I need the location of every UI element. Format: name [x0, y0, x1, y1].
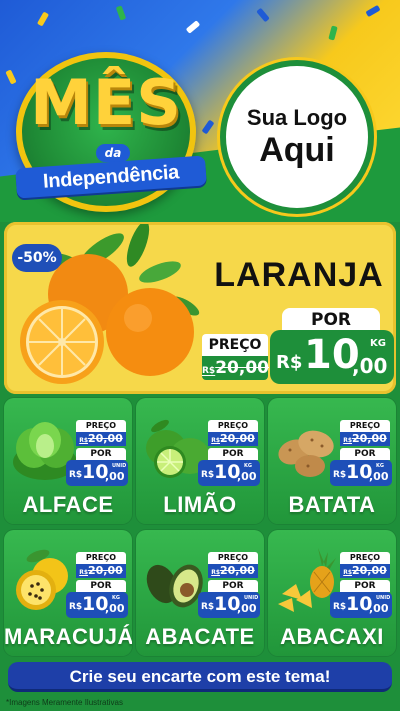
product-name: LARANJA — [214, 256, 384, 294]
new-price-label: POR — [340, 448, 390, 460]
price-currency: R$ — [333, 602, 347, 612]
old-price-currency: R$ — [343, 569, 352, 576]
new-price: R$ 10 ,00 KG — [198, 460, 260, 486]
price-currency: R$ — [201, 470, 215, 480]
price-currency: R$ — [69, 470, 83, 480]
product-name: ALFACE — [22, 492, 114, 517]
price-decimal: ,00 — [352, 354, 388, 378]
product-name: LIMÃO — [163, 492, 237, 517]
new-price-label: POR — [76, 448, 126, 460]
product-name: ABACAXI — [280, 624, 384, 649]
price-unit: KG — [376, 463, 384, 469]
old-price-value: 20,00 — [88, 564, 123, 577]
old-price-label: PREÇO — [340, 552, 390, 564]
new-price: R$ 10 ,00 UNID — [198, 592, 260, 618]
new-price: R$ 10 ,00 KG — [66, 592, 128, 618]
old-price-label: PREÇO — [208, 420, 258, 432]
header-banner: MÊS da Independência Sua Logo Aqui — [0, 0, 400, 222]
new-price: R$ 10 ,00 UNID — [330, 592, 392, 618]
badge-da: da — [96, 144, 130, 162]
old-price-currency: R$ — [202, 366, 216, 376]
featured-product-card[interactable]: -50% LARANJA PREÇO R$20,00 POR R$ 10 ,00… — [4, 222, 396, 394]
old-price: R$20,00 — [76, 564, 126, 578]
price-currency: R$ — [333, 470, 347, 480]
price-currency: R$ — [201, 602, 215, 612]
logo-line2: Aqui — [259, 131, 335, 169]
old-price: R$20,00 — [340, 564, 390, 578]
new-price-label: POR — [76, 580, 126, 592]
product-name: MARACUJÁ — [4, 624, 132, 649]
logo-line1: Sua Logo — [246, 105, 348, 130]
old-price: R$20,00 — [202, 356, 269, 380]
old-price-currency: R$ — [343, 437, 352, 444]
price-currency: R$ — [276, 352, 303, 373]
confetti — [5, 69, 17, 85]
old-price-label: PREÇO — [76, 552, 126, 564]
price-unit: KG — [112, 595, 120, 601]
old-price-currency: R$ — [79, 569, 88, 576]
confetti — [256, 7, 270, 23]
price-unit: UNID — [112, 463, 127, 469]
old-price-value: 20,00 — [215, 358, 269, 378]
confetti — [185, 20, 201, 34]
old-price: R$20,00 — [76, 432, 126, 446]
old-price-value: 20,00 — [220, 564, 255, 577]
old-price: R$20,00 — [208, 432, 258, 446]
discount-badge: -50% — [12, 244, 62, 272]
old-price-currency: R$ — [79, 437, 88, 444]
old-price-currency: R$ — [211, 569, 220, 576]
old-price-value: 20,00 — [352, 564, 387, 577]
old-price-label: PREÇO — [208, 552, 258, 564]
confetti — [328, 25, 338, 41]
price-unit: KG — [370, 338, 386, 349]
old-price-label: PREÇO — [76, 420, 126, 432]
price-decimal: ,00 — [369, 470, 389, 483]
new-price: R$ 10 ,00 KG — [270, 330, 394, 384]
price-unit: KG — [244, 463, 252, 469]
price-decimal: ,00 — [237, 470, 257, 483]
badge-title: MÊS — [30, 66, 182, 139]
old-price-value: 20,00 — [220, 432, 255, 445]
new-price-label: POR — [282, 308, 380, 332]
old-price-label: PREÇO — [340, 420, 390, 432]
price-unit: UNID — [244, 595, 259, 601]
confetti — [36, 11, 50, 27]
product-card-batata[interactable]: PREÇO R$20,00 POR R$ 10 ,00 KG BATATA — [268, 398, 396, 524]
disclaimer-text: *Imagens Meramente Ilustrativas — [6, 698, 123, 707]
confetti — [365, 4, 381, 18]
price-decimal: ,00 — [105, 470, 125, 483]
product-card-alface[interactable]: PREÇO R$20,00 POR R$ 10 ,00 UNID ALFACE — [4, 398, 132, 524]
product-card-maracuja[interactable]: PREÇO R$20,00 POR R$ 10 ,00 KG MARACUJÁ — [4, 530, 132, 656]
new-price: R$ 10 ,00 UNID — [66, 460, 128, 486]
old-price-value: 20,00 — [88, 432, 123, 445]
price-currency: R$ — [69, 602, 83, 612]
old-price: R$20,00 — [208, 564, 258, 578]
logo-placeholder[interactable]: Sua Logo Aqui — [220, 60, 374, 214]
new-price-label: POR — [340, 580, 390, 592]
old-price-currency: R$ — [211, 437, 220, 444]
price-decimal: ,00 — [369, 602, 389, 615]
new-price-label: POR — [208, 580, 258, 592]
price-decimal: ,00 — [105, 602, 125, 615]
confetti — [201, 119, 215, 135]
old-price-value: 20,00 — [352, 432, 387, 445]
independence-badge: MÊS da Independência — [15, 52, 207, 212]
price-unit: UNID — [376, 595, 391, 601]
confetti — [115, 5, 127, 21]
new-price: R$ 10 ,00 KG — [330, 460, 392, 486]
product-card-limao[interactable]: PREÇO R$20,00 POR R$ 10 ,00 KG LIMÃO — [136, 398, 264, 524]
old-price: R$20,00 — [340, 432, 390, 446]
product-card-abacate[interactable]: PREÇO R$20,00 POR R$ 10 ,00 UNID ABACATE — [136, 530, 264, 656]
product-name: ABACATE — [145, 624, 255, 649]
product-name: BATATA — [288, 492, 376, 517]
product-card-abacaxi[interactable]: PREÇO R$20,00 POR R$ 10 ,00 UNID ABACAXI — [268, 530, 396, 656]
new-price-label: POR — [208, 448, 258, 460]
price-decimal: ,00 — [237, 602, 257, 615]
old-price-label: PREÇO — [202, 334, 268, 356]
cta-banner[interactable]: Crie seu encarte com este tema! — [8, 662, 392, 692]
